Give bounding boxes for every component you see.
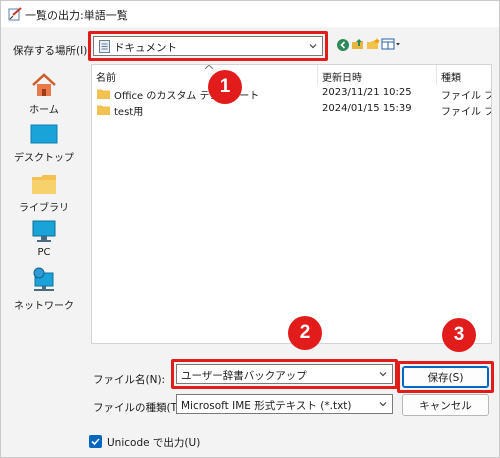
home-icon <box>32 73 56 96</box>
filetype-label: ファイルの種類(T): <box>93 402 185 414</box>
cancel-button[interactable]: キャンセル <box>402 394 489 416</box>
app-icon <box>8 7 22 21</box>
place-network[interactable]: ネットワーク <box>9 267 79 312</box>
location-label: 保存する場所(I): <box>13 45 91 57</box>
file-row[interactable]: test用 2024/01/15 15:39 ファイル フォルダー <box>92 102 491 118</box>
save-dialog: 一覧の出力:単語一覧 保存する場所(I): ドキュメント ホーム デスクトップ … <box>0 0 500 458</box>
network-icon <box>33 267 54 291</box>
sort-up-icon <box>204 65 214 70</box>
callout-3: 3 <box>442 318 476 352</box>
places-bar: ホーム デスクトップ ライブラリ PC ネットワーク <box>9 63 79 343</box>
highlight-location <box>88 31 328 61</box>
up-folder-icon[interactable] <box>351 37 365 51</box>
highlight-save <box>397 361 494 393</box>
place-desktop[interactable]: デスクトップ <box>9 123 79 164</box>
file-modified: 2024/01/15 15:39 <box>322 103 412 114</box>
file-name: test用 <box>114 107 144 118</box>
place-label: ネットワーク <box>14 301 74 312</box>
file-list[interactable]: 名前 更新日時 種類 Office のカスタム テンプレート 2023/11/2… <box>91 64 492 344</box>
pc-icon <box>32 220 56 242</box>
file-row[interactable]: Office のカスタム テンプレート 2023/11/21 10:25 ファイ… <box>92 86 491 102</box>
view-menu-icon[interactable] <box>381 37 401 51</box>
checkmark-icon <box>91 438 100 446</box>
window-title: 一覧の出力:単語一覧 <box>25 9 128 22</box>
back-icon[interactable] <box>336 38 350 52</box>
chevron-down-icon <box>379 402 387 407</box>
callout-2: 2 <box>288 316 322 350</box>
place-home[interactable]: ホーム <box>9 71 79 116</box>
filename-label: ファイル名(N): <box>93 374 166 386</box>
unicode-label[interactable]: Unicode で出力(U) <box>107 435 200 450</box>
file-modified: 2023/11/21 10:25 <box>322 87 412 98</box>
folder-icon <box>97 89 110 99</box>
title-bar: 一覧の出力:単語一覧 <box>1 1 499 27</box>
column-header-modified[interactable]: 更新日時 <box>322 69 362 84</box>
new-folder-icon[interactable] <box>366 37 380 51</box>
place-label: デスクトップ <box>14 153 74 164</box>
folder-icon <box>97 105 110 115</box>
file-type: ファイル フォルダー <box>441 91 491 102</box>
file-type: ファイル フォルダー <box>441 107 491 118</box>
column-header-name[interactable]: 名前 <box>96 69 116 84</box>
place-label: PC <box>37 247 51 258</box>
place-label: ホーム <box>29 105 59 116</box>
column-divider[interactable] <box>317 65 318 85</box>
unicode-checkbox[interactable] <box>89 435 102 448</box>
column-divider[interactable] <box>436 65 437 85</box>
place-pc[interactable]: PC <box>9 219 79 258</box>
place-label: ライブラリ <box>19 203 69 214</box>
highlight-filename <box>171 359 398 389</box>
desktop-icon <box>30 124 58 144</box>
place-library[interactable]: ライブラリ <box>9 171 79 214</box>
filetype-select[interactable]: Microsoft IME 形式テキスト (*.txt) <box>176 394 393 414</box>
callout-1: 1 <box>208 70 242 104</box>
column-header-type[interactable]: 種類 <box>441 69 461 84</box>
library-icon <box>32 175 56 194</box>
filetype-value: Microsoft IME 形式テキスト (*.txt) <box>181 400 352 412</box>
